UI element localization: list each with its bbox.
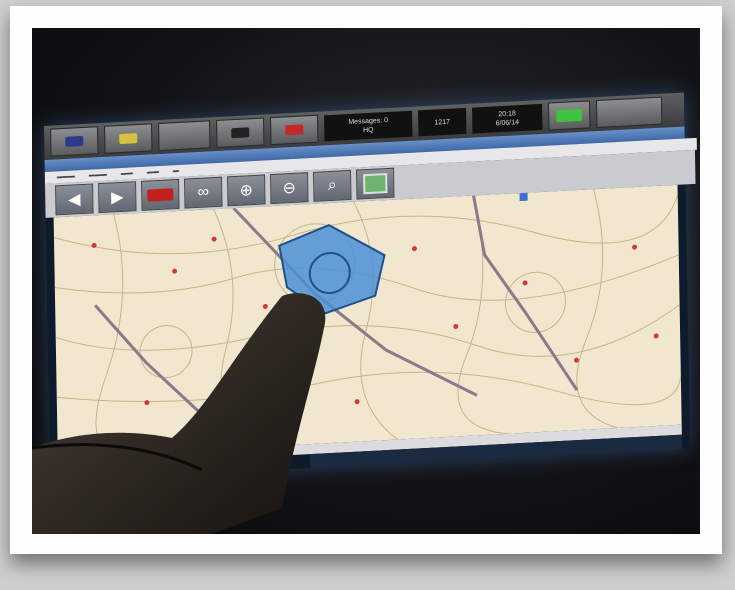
zoom-extent-icon[interactable]: ⌕ — [313, 169, 352, 202]
menu-item[interactable]: ▬ — [173, 168, 179, 174]
photo: Messages: 0 HQ 1217 20:18 6/06/14 ▬▬▬ ▬▬… — [32, 28, 700, 534]
messages-panel[interactable]: Messages: 0 HQ — [324, 110, 413, 142]
blank-button[interactable] — [158, 120, 211, 152]
clock-date: 6/06/14 — [495, 119, 520, 128]
zoom-in-icon[interactable]: ⊕ — [227, 174, 266, 207]
unit-panel: 1217 — [418, 107, 467, 137]
menu-item[interactable]: ▬▬▬ — [57, 173, 75, 180]
messages-source: HQ — [363, 126, 374, 135]
menu-item[interactable]: ▬▬▬ — [89, 172, 107, 179]
menu-item[interactable]: ▬▬ — [121, 170, 133, 177]
photo-frame: Messages: 0 HQ 1217 20:18 6/06/14 ▬▬▬ ▬▬… — [10, 6, 722, 554]
alert-icon[interactable] — [270, 114, 319, 146]
clock-panel: 20:18 6/06/14 — [472, 103, 543, 134]
binoculars-icon[interactable]: ∞ — [184, 176, 223, 209]
map-layer-icon[interactable] — [355, 167, 395, 200]
fire-truck-icon[interactable] — [141, 178, 180, 211]
display-icon[interactable] — [216, 117, 265, 148]
vehicle-icon[interactable] — [104, 123, 153, 154]
menu-item[interactable]: ▬▬ — [147, 169, 159, 176]
pointing-hand — [32, 293, 326, 534]
unit-number: 1217 — [434, 118, 451, 127]
agency-button[interactable] — [595, 96, 663, 129]
monitor-icon[interactable] — [50, 126, 99, 157]
zoom-out-icon[interactable]: ⊖ — [270, 172, 309, 205]
status-green-icon[interactable] — [547, 100, 591, 131]
